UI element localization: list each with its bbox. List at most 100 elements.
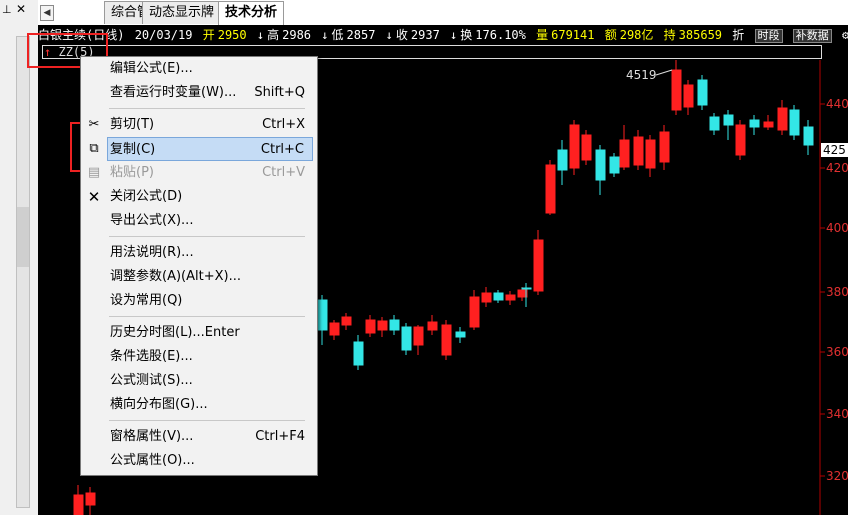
candle-down [401,326,412,351]
candle-down [709,116,720,131]
candle-up [683,84,694,108]
menu-separator [109,108,305,109]
tab-scroll-left-button[interactable]: ◀ [40,5,54,21]
menu-item-label: 窗格属性(V)... [110,429,194,444]
menu-item-shortcut: Ctrl+F4 [255,429,305,444]
candle-up [377,320,388,331]
menu-item-copy[interactable]: 复制(C) Ctrl+C [107,137,313,161]
candle-down [557,149,568,171]
menu-item-export-formula[interactable]: 导出公式(X)... [81,209,317,233]
price-tick-label: 320 [826,469,848,483]
candle-down [789,109,800,136]
menu-item-label: 横向分布图(G)... [110,397,208,412]
scissors-icon: ✂ [88,117,100,132]
menu-separator [109,420,305,421]
menu-separator [109,316,305,317]
menu-item-label: 用法说明(R)... [110,245,194,260]
menu-item-label: 复制(C) [110,142,156,157]
menu-item-cut[interactable]: ✂ 剪切(T) Ctrl+X [81,113,317,137]
candle-down [595,149,606,181]
candle-up [469,296,480,328]
menu-item-shortcut: Ctrl+V [262,165,305,180]
menu-item-shortcut: Ctrl+X [262,117,305,132]
candle-up [365,319,376,334]
price-tick-label: 440 [826,97,848,111]
candle-up [659,131,670,163]
price-tick-label: 340 [826,407,848,421]
menu-item-label: 剪切(T) [110,117,155,132]
menu-item-pane-props[interactable]: 窗格属性(V)... Ctrl+F4 [81,425,317,449]
menu-item-view-runtime-vars[interactable]: 查看运行时变量(W)... Shift+Q [81,81,317,105]
candle-up [763,121,774,128]
close-icon: ✕ [87,188,101,206]
candle-up [569,124,580,169]
menu-item-paste[interactable]: ▤ 粘贴(P) Ctrl+V [81,161,317,185]
menu-item-label: 粘贴(P) [110,165,154,180]
candle-up [505,294,516,301]
candle-up [581,134,592,161]
context-menu: 编辑公式(E)... 查看运行时变量(W)... Shift+Q ✂ 剪切(T)… [80,56,318,476]
candle-up [481,292,492,303]
menu-item-label: 导出公式(X)... [110,213,194,228]
menu-item-horizontal-dist[interactable]: 横向分布图(G)... [81,393,317,417]
menu-item-label: 历史分时图(L)...Enter [110,325,240,340]
tab-dynamic-board[interactable]: 动态显示牌 [142,1,222,24]
menu-separator [109,236,305,237]
candle-up [777,107,788,131]
left-panel-strip: ⊥ ✕ [0,0,39,515]
tab-technical-analysis[interactable]: 技术分析 [218,1,285,26]
candle-down [803,126,814,146]
menu-item-label: 查看运行时变量(W)... [110,85,237,100]
candle-up [341,316,352,326]
candle-down [697,79,708,106]
menu-item-shortcut: Ctrl+C [260,142,304,157]
menu-item-shortcut: Shift+Q [254,85,305,100]
candle-up [619,139,630,168]
menu-item-label: 公式测试(S)... [110,373,193,388]
menu-item-usage[interactable]: 用法说明(R)... [81,241,317,265]
high-marker-line [655,69,673,76]
menu-item-formula-test[interactable]: 公式测试(S)... [81,369,317,393]
paste-icon: ▤ [87,165,101,180]
menu-item-edit-formula[interactable]: 编辑公式(E)... [81,57,317,81]
copy-icon: ⧉ [89,141,99,156]
candle-up [671,69,682,111]
menu-item-label: 调整参数(A)(Alt+X)... [110,269,241,284]
candle-up [73,494,84,515]
tab-bar: ◀ 综合管理 动态显示牌 技术分析 [38,0,848,26]
pin-icon[interactable]: ⊥ [2,3,12,16]
menu-item-label: 设为常用(Q) [110,293,183,308]
menu-item-history-timeshare[interactable]: 历史分时图(L)...Enter [81,321,317,345]
close-panel-icon[interactable]: ✕ [16,2,26,16]
price-tick-label: 360 [826,345,848,359]
menu-item-set-favorite[interactable]: 设为常用(Q) [81,289,317,313]
candle-up [413,326,424,346]
candle-up [533,239,544,292]
menu-item-condition-screen[interactable]: 条件选股(E)... [81,345,317,369]
candle-down [455,331,466,338]
candle-up [735,124,746,156]
menu-item-formula-props[interactable]: 公式属性(O)... [81,449,317,473]
candle-up [427,321,438,331]
current-price-label: 425 [823,143,846,157]
price-tick-label: 380 [826,285,848,299]
candle-up [545,164,556,214]
candle-down [353,341,364,366]
menu-item-adjust-params[interactable]: 调整参数(A)(Alt+X)... [81,265,317,289]
scrollbar-thumb[interactable] [17,207,29,267]
price-tick-label: 400 [826,221,848,235]
candle-up [441,324,452,356]
candle-down [493,292,504,301]
candle-down [749,119,760,128]
candle-up [633,136,644,166]
menu-item-label: 关闭公式(D) [110,189,183,204]
candle-down [521,287,532,290]
price-tick-label: 420 [826,161,848,175]
candle-up [329,322,340,336]
candle-down [317,299,328,331]
menu-item-label: 公式属性(O)... [110,453,195,468]
menu-item-label: 条件选股(E)... [110,349,193,364]
left-scrollbar[interactable] [16,36,30,508]
candle-down [609,156,620,174]
menu-item-close-formula[interactable]: ✕ 关闭公式(D) [81,185,317,209]
